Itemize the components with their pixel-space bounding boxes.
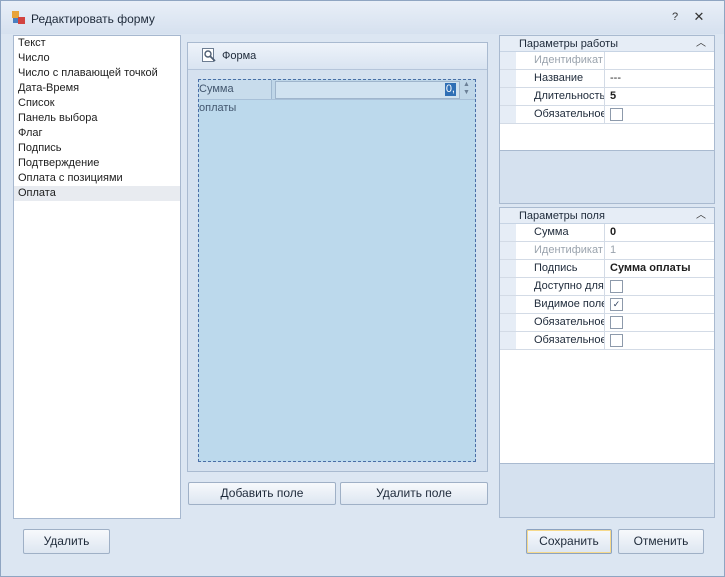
property-value[interactable] (606, 332, 714, 349)
app-form-icon (12, 11, 25, 24)
collapse-chevron-icon[interactable]: ︿ (696, 36, 706, 51)
work-params-header[interactable]: Параметры работы ︿ (500, 36, 714, 52)
title-bar: Редактировать форму ? ✕ (1, 1, 724, 34)
row-gutter (500, 106, 516, 123)
field-params-header[interactable]: Параметры поля ︿ (500, 208, 714, 224)
checkbox-checked[interactable]: ✓ (610, 298, 623, 311)
property-value[interactable]: Сумма оплаты (606, 260, 714, 277)
work-params-panel: Параметры работы ︿ Идентификат Название --… (499, 35, 715, 204)
property-name: Идентификат (516, 52, 605, 69)
field-type-item[interactable]: Число с плавающей точкой (14, 66, 180, 81)
property-row[interactable]: Сумма 0 (500, 224, 714, 242)
row-gutter (500, 224, 516, 241)
property-value[interactable] (606, 278, 714, 295)
property-value[interactable]: 1 (606, 242, 714, 259)
property-name: Сумма (516, 224, 605, 241)
form-designer-icon (202, 48, 216, 62)
close-icon[interactable]: ✕ (691, 9, 707, 25)
field-type-item[interactable]: Дата-Время (14, 81, 180, 96)
spin-buttons-icon[interactable]: ▲ ▼ (460, 81, 473, 97)
checkbox[interactable] (610, 334, 623, 347)
row-gutter (500, 314, 516, 331)
property-value[interactable]: --- (606, 70, 714, 87)
form-field-value: 0, (444, 83, 456, 96)
cancel-button[interactable]: Отменить (618, 529, 704, 554)
field-type-item[interactable]: Число (14, 51, 180, 66)
help-icon[interactable]: ? (667, 9, 683, 25)
row-gutter (500, 278, 516, 295)
field-type-item[interactable]: Подтверждение (14, 156, 180, 171)
row-gutter (500, 260, 516, 277)
field-type-item[interactable]: Флаг (14, 126, 180, 141)
row-gutter (500, 242, 516, 259)
property-value[interactable] (606, 314, 714, 331)
save-button[interactable]: Сохранить (526, 529, 612, 554)
property-value[interactable] (606, 52, 714, 69)
window-title: Редактировать форму (31, 12, 155, 26)
form-canvas[interactable]: Сумма оплаты 0, ▲ ▼ (198, 79, 476, 462)
form-field-input[interactable]: 0, (275, 81, 460, 99)
property-row[interactable]: Название --- (500, 70, 714, 88)
property-row[interactable]: Обязательное (500, 332, 714, 350)
form-header: Форма (188, 43, 487, 70)
property-row[interactable]: Идентификат (500, 52, 714, 70)
edit-form-dialog: Редактировать форму ? ✕ Текст Число Число … (0, 0, 725, 577)
field-params-panel: Параметры поля ︿ Сумма 0 Идентификат 1 Подпи… (499, 207, 715, 518)
row-gutter (500, 296, 516, 313)
property-row[interactable]: Обязательное (500, 106, 714, 124)
property-name: Длительность (516, 88, 605, 105)
row-gutter (500, 88, 516, 105)
field-type-item[interactable]: Панель выбора (14, 111, 180, 126)
property-name: Подпись (516, 260, 605, 277)
property-name: Видимое поле (516, 296, 605, 313)
property-value[interactable]: 0 (606, 224, 714, 241)
field-type-item[interactable]: Оплата с позициями (14, 171, 180, 186)
form-field-label: Сумма оплаты (199, 80, 272, 114)
collapse-chevron-icon[interactable]: ︿ (696, 208, 706, 223)
property-name: Обязательное (516, 106, 605, 123)
property-row[interactable]: Идентификат 1 (500, 242, 714, 260)
form-designer-group: Форма Сумма оплаты 0, ▲ ▼ (187, 42, 488, 472)
row-gutter (500, 70, 516, 87)
property-value[interactable] (606, 106, 714, 123)
property-row[interactable]: Доступно для (500, 278, 714, 296)
property-value[interactable]: 5 (606, 88, 714, 105)
field-type-list[interactable]: Текст Число Число с плавающей точкой Дата-В… (13, 35, 181, 519)
field-type-item[interactable]: Текст (14, 36, 180, 51)
field-type-item[interactable]: Подпись (14, 141, 180, 156)
work-params-title: Параметры работы (519, 38, 619, 50)
delete-button[interactable]: Удалить (23, 529, 110, 554)
field-params-title: Параметры поля (519, 210, 605, 222)
property-row[interactable]: Обязательное (500, 314, 714, 332)
property-value[interactable]: ✓ (606, 296, 714, 313)
add-field-button[interactable]: Добавить поле (188, 482, 336, 505)
property-row[interactable]: Подпись Сумма оплаты (500, 260, 714, 278)
field-params-description (500, 463, 714, 517)
field-type-item[interactable]: Список (14, 96, 180, 111)
checkbox[interactable] (610, 316, 623, 329)
property-row[interactable]: Видимое поле ✓ (500, 296, 714, 314)
property-name: Обязательное (516, 332, 605, 349)
work-params-description (500, 150, 714, 203)
property-name: Идентификат (516, 242, 605, 259)
checkbox[interactable] (610, 280, 623, 293)
row-gutter (500, 52, 516, 69)
row-gutter (500, 332, 516, 349)
form-field-payment-sum[interactable]: Сумма оплаты 0, ▲ ▼ (199, 80, 475, 114)
form-title: Форма (222, 50, 257, 62)
property-row[interactable]: Длительность 5 (500, 88, 714, 106)
field-params-grid: Сумма 0 Идентификат 1 Подпись Сумма оплаты Дос… (500, 224, 714, 350)
field-type-item[interactable]: Оплата (14, 186, 180, 201)
delete-field-button[interactable]: Удалить поле (340, 482, 488, 505)
property-name: Обязательное (516, 314, 605, 331)
property-name: Доступно для (516, 278, 605, 295)
property-name: Название (516, 70, 605, 87)
checkbox[interactable] (610, 108, 623, 121)
work-params-grid: Идентификат Название --- Длительность 5 Обяза… (500, 52, 714, 124)
